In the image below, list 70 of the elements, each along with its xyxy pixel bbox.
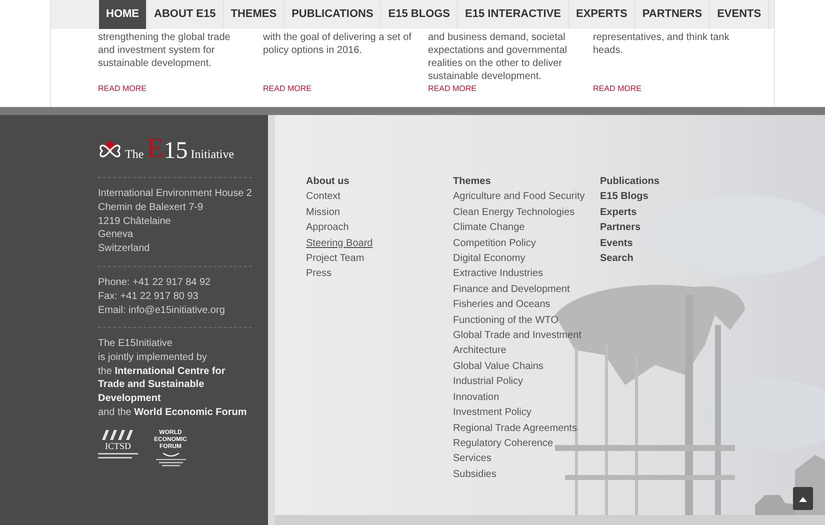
footer-link[interactable]: Search — [600, 251, 634, 266]
footer-link[interactable]: Investment Policy — [453, 405, 532, 420]
article-excerpt: with the goal of delivering a set of policy options in 2016. — [263, 31, 412, 57]
footer-link[interactable]: Global Trade and Investment — [453, 328, 582, 344]
nav-item[interactable]: THEMES — [224, 0, 285, 29]
contact-line: Phone: +41 22 917 84 92 — [98, 276, 212, 290]
read-more-link[interactable]: READ MORE — [263, 83, 312, 95]
footer-link[interactable]: Subsidies — [453, 466, 496, 482]
footer-link[interactable]: Extractive Industries — [453, 266, 544, 282]
column-heading: Publications — [600, 175, 660, 189]
footer-link[interactable]: Functioning of the WTO — [453, 312, 558, 328]
contact-line: Fax: +41 22 917 80 93 — [98, 290, 200, 304]
footer-link[interactable]: Mission — [306, 204, 340, 220]
nav-item[interactable]: ABOUT E15 — [147, 0, 224, 29]
read-more-link[interactable]: READ MORE — [428, 83, 476, 95]
footer-link[interactable]: Climate Change — [453, 220, 525, 236]
footer-link[interactable]: Innovation — [453, 390, 500, 406]
logo-text: Initiative — [190, 148, 234, 163]
tagline-lines — [98, 452, 138, 459]
back-to-top-button[interactable] — [793, 487, 813, 510]
arc-icon — [162, 452, 180, 457]
stripes-icon — [100, 430, 136, 440]
footer-link[interactable]: Industrial Policy — [453, 374, 524, 390]
address-line: Switzerland — [98, 242, 151, 256]
footer-link[interactable]: Fisheries and Oceans — [453, 297, 550, 313]
caret-up-icon — [799, 496, 807, 502]
logo-number: 15 — [164, 139, 188, 163]
nav-item[interactable]: PARTNERS — [635, 0, 710, 29]
tagline-lines — [156, 458, 186, 467]
read-more-link[interactable]: READ MORE — [98, 83, 146, 95]
article-excerpt: and business demand, societal expectations and governmental realities on the other to deliver sustainable development. — [428, 31, 568, 83]
address-line: 1219 Châtelaine — [98, 214, 172, 228]
nav-item[interactable]: EXPERTS — [569, 0, 636, 29]
column-heading: Themes — [453, 175, 492, 189]
footer-link[interactable]: Events — [600, 236, 633, 252]
footer-link[interactable]: Finance and Development — [453, 282, 570, 298]
footer-link[interactable]: Clean Energy Technologies — [453, 204, 575, 220]
logo-text: The — [125, 148, 144, 163]
address-line: Geneva — [98, 228, 134, 242]
partner-logo-text: ICTSD — [104, 442, 131, 451]
footer-link[interactable]: Project Team — [306, 251, 364, 266]
column-heading: About us — [306, 175, 350, 189]
contact-line: Email: info@e15initiative.org — [98, 304, 226, 318]
address-line: Chemin de Balexert 7-9 — [98, 200, 204, 215]
partnership-text: The E15Initiative is jointly implemented by the International Centre for Trade and Sustainable Development and the World Economic Forum — [98, 336, 248, 420]
footer-link[interactable]: Digital Economy — [453, 251, 526, 266]
nav-item[interactable]: EVENTS — [710, 0, 770, 29]
footer-link[interactable]: Context — [306, 189, 340, 205]
footer-link[interactable]: Press — [306, 266, 332, 282]
article-excerpt: representatives, and think tank heads. — [593, 31, 730, 57]
footer-link[interactable]: Experts — [600, 204, 637, 220]
nav-item[interactable]: E15 INTERACTIVE — [458, 0, 569, 29]
footer-link[interactable]: Partners — [600, 220, 641, 236]
logo-letter: E — [146, 135, 164, 163]
article-excerpt: strengthening the global trade and investment system for sustainable development. — [98, 31, 232, 70]
footer-link[interactable]: Regional Trade Agreements — [453, 420, 577, 436]
footer-link[interactable]: Regulatory Coherence — [453, 436, 554, 452]
address-line: International Environment House 2 — [98, 187, 252, 201]
footer-link[interactable]: Architecture — [453, 343, 506, 359]
footer-link[interactable]: Services — [453, 451, 492, 467]
footer-link[interactable]: E15 Blogs — [600, 189, 648, 205]
nav-item[interactable]: HOME — [99, 0, 147, 29]
nav-item[interactable]: PUBLICATIONS — [284, 0, 382, 29]
footer-link[interactable]: Competition Policy — [453, 236, 536, 252]
footer-link[interactable]: Approach — [306, 220, 349, 236]
read-more-link[interactable]: READ MORE — [593, 83, 642, 95]
nav-item[interactable]: E15 BLOGS — [381, 0, 458, 29]
footer-link[interactable]: Agriculture and Food Security — [453, 189, 585, 205]
footer-link[interactable]: Global Value Chains — [453, 358, 544, 374]
footer-link[interactable]: Steering Board — [306, 236, 373, 252]
